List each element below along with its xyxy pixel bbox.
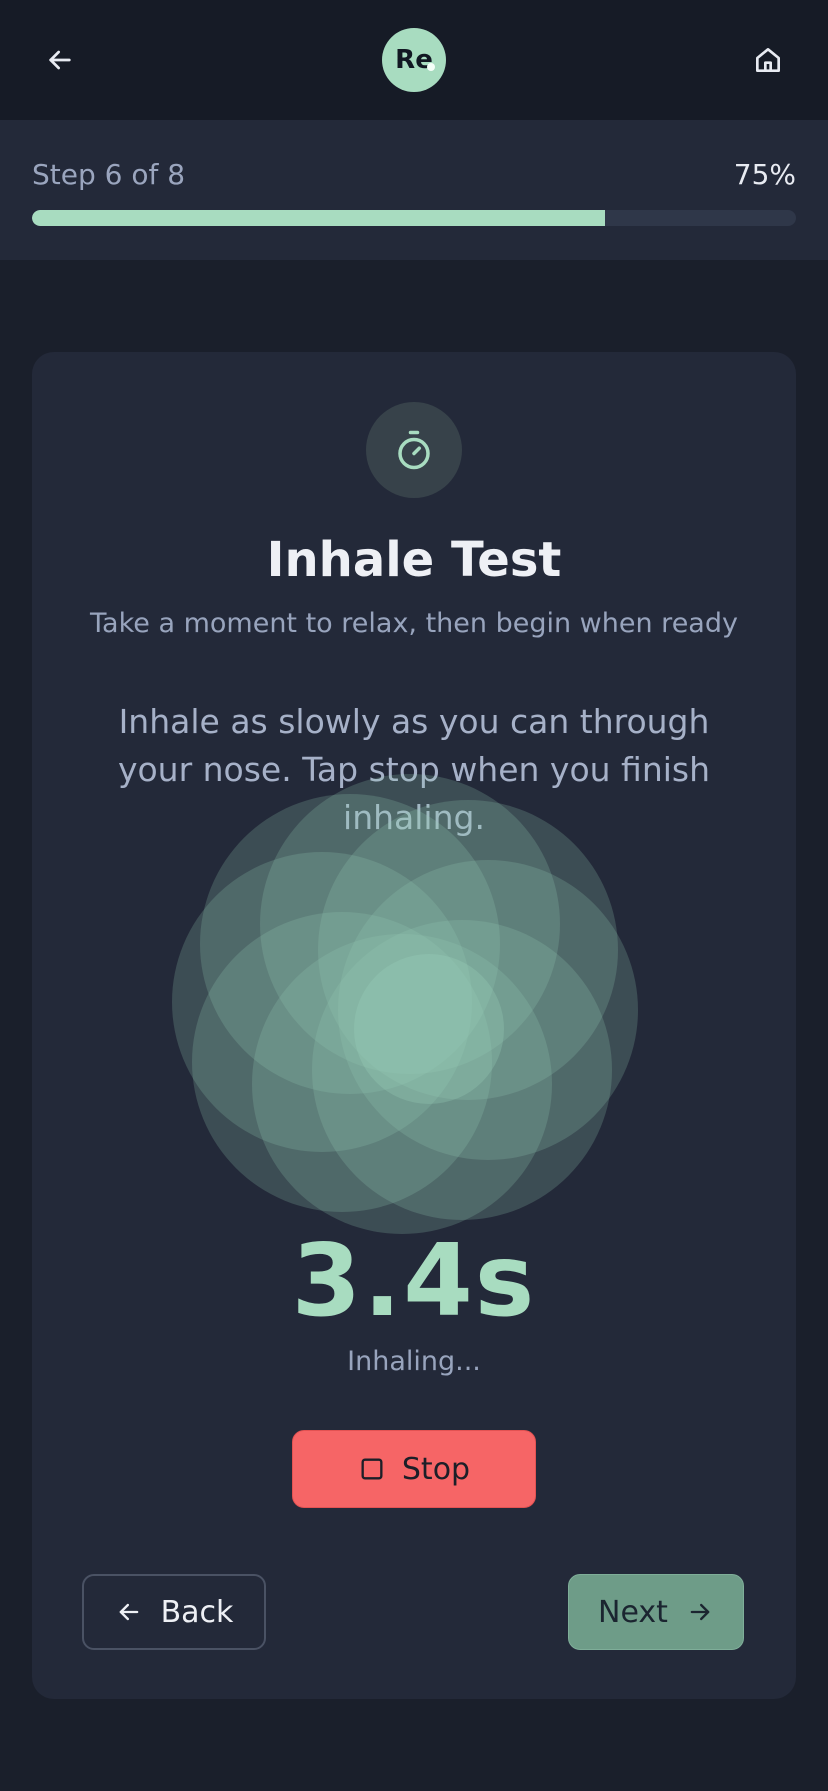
stop-label: Stop — [401, 1451, 471, 1487]
logo-text: Re — [395, 45, 433, 75]
arrow-left-icon — [49, 50, 71, 70]
stop-square-icon — [361, 1458, 383, 1480]
test-subtitle: Take a moment to relax, then begin when … — [90, 608, 738, 639]
stopwatch-badge — [366, 402, 462, 498]
home-button[interactable] — [738, 30, 798, 90]
progress-section: Step 6 of 8 75% — [0, 120, 828, 260]
top-bar: Re — [0, 0, 828, 120]
timer-value: 3.4s — [291, 1222, 537, 1339]
next-button[interactable]: Next — [568, 1574, 744, 1650]
test-card: Inhale Test Take a moment to relax, then… — [32, 352, 796, 1699]
progress-track — [32, 210, 796, 226]
back-button[interactable]: Back — [82, 1574, 266, 1650]
app-logo: Re — [382, 28, 446, 92]
back-label: Back — [160, 1594, 234, 1630]
test-title: Inhale Test — [266, 532, 562, 588]
next-label: Next — [598, 1594, 668, 1630]
breathing-status: Inhaling... — [347, 1346, 481, 1377]
arrow-left-icon — [119, 1603, 138, 1621]
logo-dot — [427, 63, 435, 71]
progress-percent: 75% — [733, 158, 796, 191]
progress-fill — [32, 210, 605, 226]
back-arrow-button[interactable] — [30, 30, 90, 90]
stop-button[interactable]: Stop — [292, 1430, 536, 1508]
step-label: Step 6 of 8 — [32, 158, 186, 191]
home-icon — [756, 48, 780, 72]
breathing-animation — [172, 772, 656, 1256]
arrow-right-icon — [690, 1603, 710, 1621]
stopwatch-icon — [398, 430, 430, 470]
breath-center — [354, 954, 504, 1104]
